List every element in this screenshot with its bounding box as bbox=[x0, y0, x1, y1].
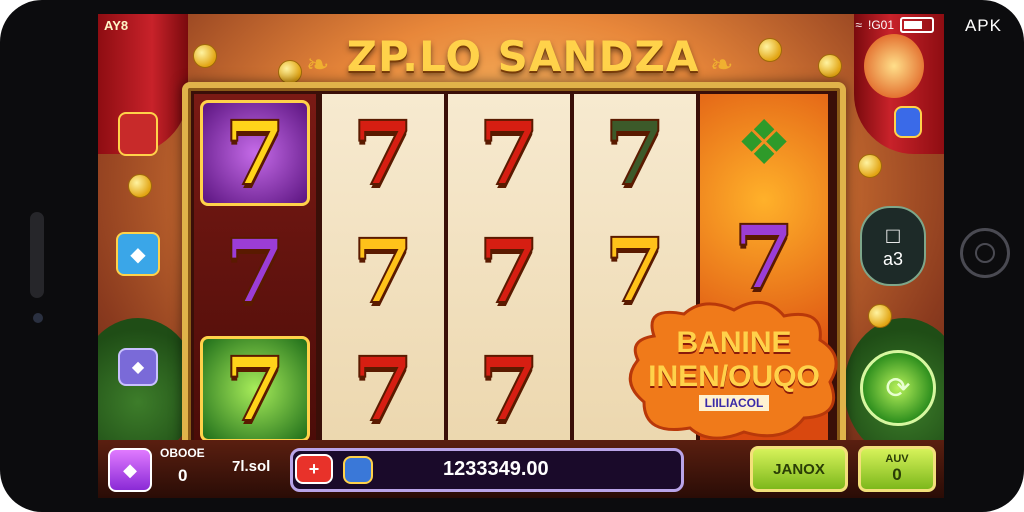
status-time: AY8 bbox=[104, 18, 129, 33]
spin-action-label: JANOX bbox=[773, 460, 825, 478]
phone-frame: AY8 ≈ !G01 ❧ ZP.LO SANDZA ❧ ◆ ◆ □ a3 ⟳ 7… bbox=[0, 0, 1024, 512]
reel-2: 7 7 7 bbox=[322, 94, 444, 448]
wallet-icon bbox=[343, 456, 373, 484]
menu-button[interactable]: ◆ bbox=[108, 448, 152, 492]
swirl-icon: ⟳ bbox=[885, 371, 911, 405]
auto-label: AUV bbox=[885, 453, 909, 465]
seven-symbol: 7 bbox=[351, 337, 414, 441]
spin-button[interactable]: ⟳ bbox=[860, 350, 936, 426]
coin-icon bbox=[278, 60, 302, 84]
coin-icon bbox=[758, 38, 782, 62]
info-button[interactable]: □ a3 bbox=[860, 206, 926, 286]
auto-button[interactable]: AUV 0 bbox=[858, 446, 936, 492]
seven-symbol: 7 bbox=[223, 219, 286, 323]
lines-label: 7l.sol bbox=[232, 458, 271, 475]
banner-line-2: INEN/OUQO bbox=[648, 360, 820, 393]
plus-icon: + bbox=[308, 458, 320, 479]
reel-1: 7 7 7 bbox=[194, 94, 316, 448]
battery-icon bbox=[900, 17, 934, 33]
seven-symbol: 7 bbox=[351, 219, 414, 323]
diamond-icon: ◆ bbox=[123, 459, 137, 480]
reel-cell: 7 bbox=[200, 336, 310, 442]
auto-value: 0 bbox=[892, 465, 902, 484]
seven-symbol: 7 bbox=[477, 101, 540, 205]
coin-icon bbox=[128, 174, 152, 198]
coin-icon bbox=[818, 54, 842, 78]
seven-symbol: 7 bbox=[223, 337, 286, 441]
square-icon: □ bbox=[886, 222, 900, 248]
balance-value: 1233349.00 bbox=[443, 458, 549, 480]
lantern-icon bbox=[118, 112, 158, 156]
seven-symbol: 7 bbox=[477, 337, 540, 441]
coin-icon bbox=[193, 44, 217, 68]
apk-label: APK bbox=[964, 16, 1002, 35]
reel-cell: 7 bbox=[200, 100, 310, 206]
bet-value: 0 bbox=[178, 466, 188, 485]
home-ring-icon bbox=[975, 243, 995, 263]
bet-label: OBOOE bbox=[160, 446, 205, 460]
coin-icon bbox=[858, 154, 882, 178]
gem-icon: ◆ bbox=[116, 232, 160, 276]
spin-action-button[interactable]: JANOX bbox=[750, 446, 848, 492]
gem-icon: ◆ bbox=[118, 348, 158, 386]
seven-symbol: 7 bbox=[732, 205, 795, 309]
game-screen: AY8 ≈ !G01 ❧ ZP.LO SANDZA ❧ ◆ ◆ □ a3 ⟳ 7… bbox=[98, 14, 944, 498]
coin-icon bbox=[868, 304, 892, 328]
gem-icon bbox=[894, 106, 922, 138]
balance-field: + 1233349.00 bbox=[290, 448, 684, 492]
info-value: a3 bbox=[882, 248, 904, 269]
seven-symbol: 7 bbox=[477, 219, 540, 323]
reel-3: 7 7 7 bbox=[448, 94, 570, 448]
seven-symbol: 7 bbox=[351, 101, 414, 205]
ornament-icon: ❧ bbox=[710, 49, 734, 80]
speaker-grille bbox=[30, 212, 44, 298]
fruit-bag-icon bbox=[864, 34, 924, 98]
network-label: !G01 bbox=[867, 18, 894, 32]
bottom-bar: ◆ OBOOE 0 7l.sol + 1233349.00 JANOX AUV … bbox=[98, 440, 944, 498]
add-credit-button[interactable]: + bbox=[295, 454, 333, 484]
game-title: ZP.LO SANDZA bbox=[346, 32, 700, 81]
chili-pepper-icon: ❖ bbox=[736, 109, 792, 178]
reel-cell: 7 bbox=[200, 218, 310, 324]
wifi-icon: ≈ bbox=[855, 18, 862, 32]
banner-line-3: LIILIACOL bbox=[698, 395, 770, 411]
home-button[interactable] bbox=[960, 228, 1010, 278]
banner-line-1: BANINE bbox=[676, 326, 792, 359]
camera-icon bbox=[33, 313, 43, 323]
status-bar: ≈ !G01 bbox=[855, 17, 934, 33]
seven-symbol: 7 bbox=[603, 100, 666, 205]
seven-symbol: 7 bbox=[223, 101, 286, 205]
bonus-banner-text: BANINE INEN/OUQO LIILIACOL bbox=[634, 326, 834, 412]
